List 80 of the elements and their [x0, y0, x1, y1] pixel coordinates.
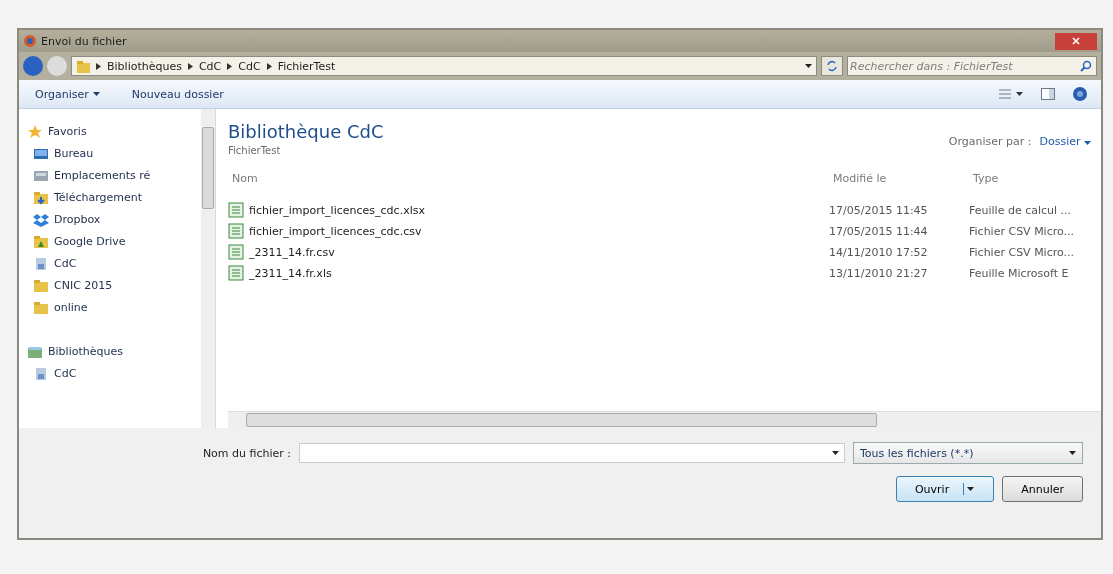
preview-pane-icon[interactable]: [1041, 88, 1055, 100]
spreadsheet-icon: [228, 202, 244, 218]
filename-label: Nom du fichier :: [202, 446, 291, 460]
file-name[interactable]: _2311_14.fr.csv: [228, 244, 829, 260]
filename-field[interactable]: [299, 443, 845, 463]
close-icon: [1072, 37, 1080, 45]
sidebar-item[interactable]: Bibliothèques: [27, 343, 201, 360]
table-cell-text: 13/11/2010 21:27: [829, 266, 929, 280]
folder-icon: [33, 299, 49, 316]
table-cell-text: Feuille Microsoft E: [969, 266, 1070, 280]
caret-icon: [92, 92, 100, 96]
sidebar-item[interactable]: Google Drive: [27, 233, 201, 250]
chevron-icon: [187, 62, 193, 70]
toolbar-button[interactable]: Organiser: [33, 85, 102, 103]
column-header[interactable]: Modifié le: [829, 162, 969, 197]
cancel-button[interactable]: Annuler: [1002, 476, 1083, 502]
open-button[interactable]: Ouvrir: [895, 476, 995, 502]
view-options-icon[interactable]: [999, 88, 1023, 100]
sidebar-item[interactable]: Bureau: [27, 145, 201, 162]
refresh-button[interactable]: [821, 56, 843, 76]
forward-button[interactable]: [47, 56, 67, 76]
search-field[interactable]: Rechercher dans : FichierTest: [847, 56, 1097, 76]
library-icon: [33, 255, 49, 272]
scrollbar[interactable]: [228, 411, 1101, 428]
table-cell-text: 17/05/2015 11:45: [829, 203, 929, 217]
arrange-dropdown[interactable]: Dossier: [1039, 135, 1091, 148]
breadcrumb-item[interactable]: FichierTest: [277, 59, 336, 73]
spreadsheet-icon: [228, 244, 244, 260]
window-title: Envoi du fichier: [41, 34, 128, 48]
help-icon[interactable]: [1073, 87, 1087, 101]
table-cell-text: 14/11/2010 17:52: [829, 245, 929, 259]
sidebar-item[interactable]: online: [27, 299, 201, 316]
breadcrumb-item[interactable]: CdC: [198, 59, 222, 73]
caret-icon: [1084, 141, 1091, 145]
column-header[interactable]: Nom: [228, 162, 829, 197]
arrange-label: Organiser par :: [948, 135, 1032, 148]
back-button[interactable]: [23, 56, 43, 76]
table-cell-text: Fichier CSV Micro...: [969, 224, 1076, 238]
scrollbar[interactable]: [201, 109, 215, 428]
caret-icon: [1069, 451, 1076, 455]
dropbox-icon: [33, 211, 49, 228]
spreadsheet-icon: [228, 223, 244, 239]
column-header[interactable]: Type: [969, 162, 1101, 197]
sidebar-item[interactable]: Emplacements ré: [27, 167, 201, 184]
library-title: Bibliothèque CdC: [228, 121, 385, 142]
toolbar-button[interactable]: Nouveau dossier: [129, 85, 226, 103]
table-cell-text: Feuille de calcul ...: [969, 203, 1073, 217]
library-icon: [33, 365, 49, 382]
table-cell-text: Fichier CSV Micro...: [969, 245, 1076, 259]
chevron-icon: [266, 62, 272, 70]
address-bar[interactable]: Bibliothèques CdC CdC FichierTest: [71, 56, 817, 76]
file-name[interactable]: fichier_import_licences_cdc.xlsx: [228, 202, 829, 218]
spreadsheet-icon: [228, 265, 244, 281]
sidebar-item[interactable]: CdC: [27, 255, 201, 272]
table-cell-text: 17/05/2015 11:44: [829, 224, 929, 238]
folder-icon: [76, 59, 90, 73]
breadcrumb-item[interactable]: CdC: [238, 59, 261, 73]
dropdown-icon[interactable]: [805, 64, 812, 68]
file-name[interactable]: fichier_import_licences_cdc.csv: [228, 223, 829, 239]
dropdown-icon: [832, 451, 839, 455]
chevron-icon: [227, 62, 233, 70]
refresh-icon: [826, 60, 838, 72]
file-type-dropdown[interactable]: Tous les fichiers (*.*): [853, 442, 1083, 464]
drive-folder-icon: [33, 233, 49, 250]
sidebar-item[interactable]: Téléchargement: [27, 189, 201, 206]
close-button[interactable]: [1055, 32, 1097, 50]
search-icon: [1080, 60, 1092, 72]
library-subtitle: FichierTest: [228, 145, 282, 156]
folder-icon: [33, 277, 49, 294]
chevron-icon: [96, 62, 101, 70]
download-folder-icon: [33, 189, 49, 206]
caret-icon: [963, 483, 976, 495]
sidebar-item[interactable]: CdC: [27, 365, 201, 382]
browser-icon: [23, 34, 37, 48]
sidebar-item[interactable]: Favoris: [27, 123, 201, 140]
sidebar-item[interactable]: Dropbox: [27, 211, 201, 228]
star-icon: [27, 123, 43, 140]
breadcrumb-item[interactable]: Bibliothèques: [107, 59, 182, 73]
sidebar-item[interactable]: CNIC 2015: [27, 277, 201, 294]
file-name[interactable]: _2311_14.fr.xls: [228, 265, 829, 281]
